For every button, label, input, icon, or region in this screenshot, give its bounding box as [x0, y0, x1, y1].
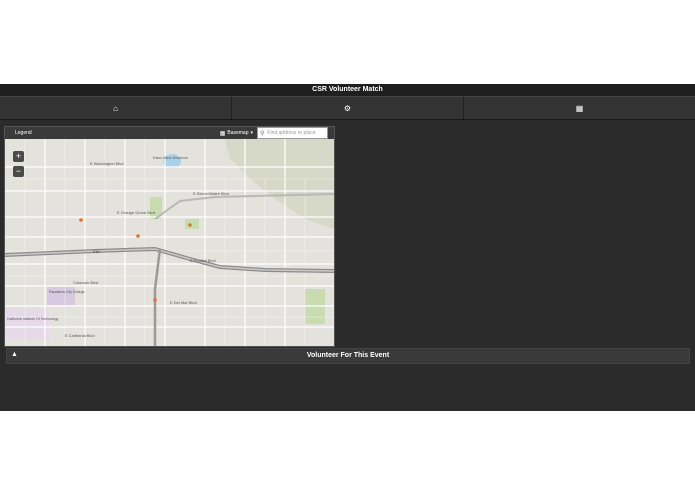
search-placeholder: Find address or place: [267, 130, 316, 136]
street-label: E Sierra Madre Blvd: [193, 191, 229, 196]
map-canvas[interactable]: E Washington Blvd E Orange Grove Blvd E …: [5, 139, 334, 346]
search-input[interactable]: ⚲ Find address or place: [257, 127, 328, 139]
basemap-icon: ▦: [219, 130, 226, 137]
caltech-area: [5, 309, 49, 339]
gear-icon: ⚙: [343, 103, 352, 113]
event-marker[interactable]: [153, 298, 157, 302]
volunteer-bar[interactable]: ▲ Volunteer For This Event: [6, 348, 690, 364]
page-title: CSR Volunteer Match: [0, 84, 695, 96]
event-marker[interactable]: [79, 218, 83, 222]
nav-bar: ⌂ ⚙ ▦: [0, 96, 695, 120]
street-label: E Washington Blvd: [90, 161, 124, 166]
search-icon: ⚲: [260, 130, 265, 137]
volunteer-button-label: Volunteer For This Event: [306, 352, 390, 359]
chevron-down-icon: ▾: [250, 130, 253, 136]
basemap-label: Basemap: [227, 130, 249, 136]
app-container: CSR Volunteer Match ⌂ ⚙ ▦ Legend ▦ Basem…: [0, 84, 695, 411]
nav-settings-button[interactable]: ⚙: [232, 97, 464, 119]
place-label: California Institute Of Technology: [7, 317, 59, 321]
street-label: E Foothill Blvd: [190, 258, 216, 263]
street-label: E Del Mar Blvd: [170, 300, 197, 305]
map-toolbar: Legend ▦ Basemap ▾ ⚲ Find address or pla…: [5, 127, 334, 139]
home-icon: ⌂: [113, 103, 118, 113]
legend-button[interactable]: Legend: [15, 130, 32, 136]
warning-icon: ▲: [11, 351, 18, 358]
place-label: Eaton Wash Reservoir: [153, 156, 189, 160]
event-marker[interactable]: [188, 223, 192, 227]
map-panel: Legend ▦ Basemap ▾ ⚲ Find address or pla…: [4, 126, 335, 347]
zoom-out-button[interactable]: −: [13, 166, 24, 177]
event-marker[interactable]: [136, 234, 140, 238]
nav-grid-button[interactable]: ▦: [464, 97, 695, 119]
zoom-in-button[interactable]: +: [13, 151, 24, 162]
street-label: E California Blvd: [65, 333, 95, 338]
basemap-button[interactable]: ▦ Basemap ▾: [220, 130, 253, 137]
street-label: Colorado Blvd: [73, 280, 98, 285]
place-label: Pasadena City College: [49, 290, 85, 294]
nav-home-button[interactable]: ⌂: [0, 97, 232, 119]
grid-icon: ▦: [575, 103, 584, 113]
highway-shield: 210: [93, 249, 100, 254]
park-area: [185, 219, 199, 229]
street-label: E Orange Grove Blvd: [117, 210, 155, 215]
